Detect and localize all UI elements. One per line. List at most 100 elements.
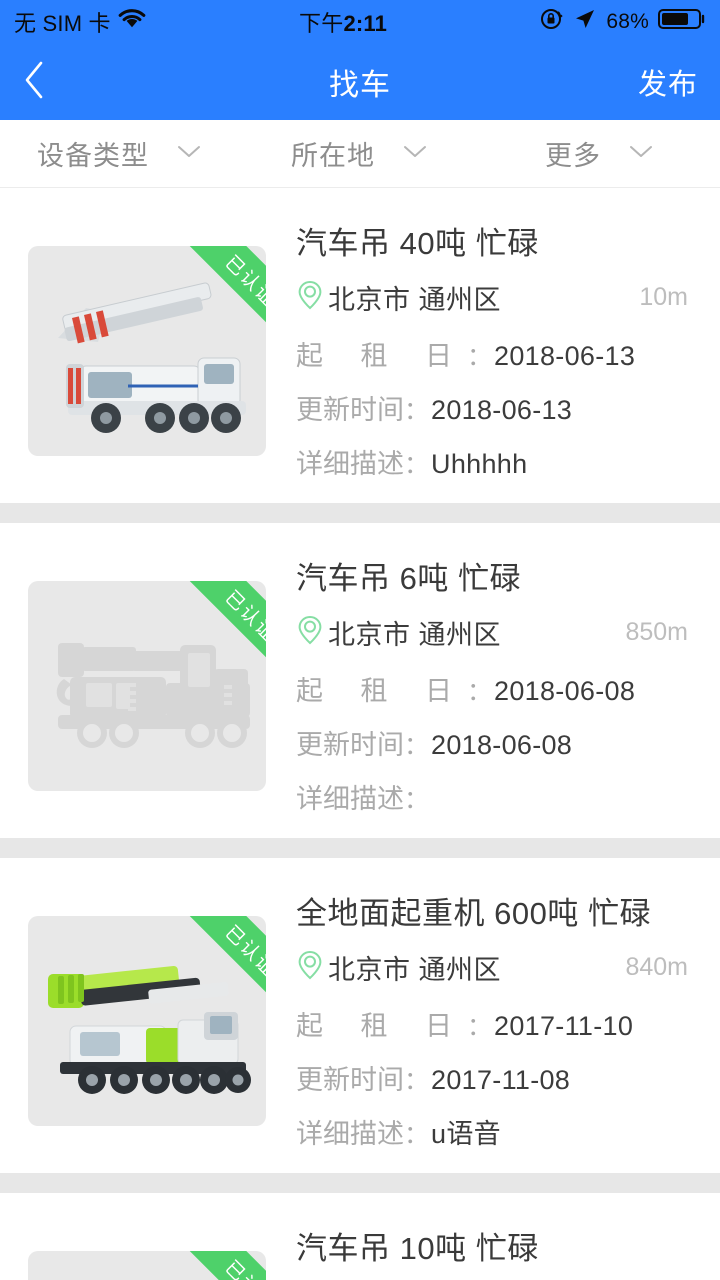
item-location: 北京市 通州区 — [328, 955, 502, 985]
item-description-row: 详细描述 ： u语音 — [296, 1112, 698, 1151]
update-time-label: 更新时间 — [296, 730, 404, 760]
item-info: 汽车吊 6吨 忙碌 北京市 通州区 850m 起 租 日 ： 2018-06-0… — [266, 549, 698, 816]
truck-crane-placeholder-icon — [56, 643, 250, 748]
list-item[interactable]: 已认证 全地面起重机 600吨 忙碌 北京市 通州区 840m 起 租 日 ： … — [0, 858, 720, 1173]
item-title: 汽车吊 10吨 忙碌 — [296, 1231, 539, 1266]
map-pin-icon — [296, 279, 324, 316]
filter-location-label: 所在地 — [291, 141, 375, 171]
list-divider — [0, 503, 720, 523]
item-location-row: 北京市 通州区 840m — [296, 948, 698, 987]
item-start-date-row: 起 租 日 ： 2018-06-08 — [296, 669, 698, 708]
battery-icon — [658, 7, 706, 37]
item-start-date: 2018-06-08 — [494, 676, 636, 706]
meta-separator: ： — [467, 343, 493, 371]
meta-separator: ： — [404, 1121, 430, 1149]
page-title: 找车 — [329, 69, 391, 102]
filter-equipment-type[interactable]: 设备类型 — [0, 120, 240, 187]
list-item[interactable]: 已认证 汽车吊 40吨 忙碌 北京市 通州区 10m 起 租 日 ： 2018-… — [0, 188, 720, 503]
filter-more[interactable]: 更多 — [480, 120, 720, 187]
item-title: 汽车吊 40吨 忙碌 — [296, 226, 539, 261]
map-pin-icon — [296, 614, 324, 651]
description-label: 详细描述 — [296, 449, 404, 479]
list-item[interactable]: 已认证 汽车吊 10吨 忙碌 北京市 通州区 — [0, 1193, 720, 1280]
item-description: Uhhhhh — [431, 449, 528, 479]
start-date-label: 起 租 日 — [296, 676, 468, 706]
item-start-date: 2018-06-13 — [494, 341, 636, 371]
item-distance: 850m — [625, 618, 688, 646]
item-location: 北京市 通州区 — [328, 620, 502, 650]
item-update-time: 2018-06-08 — [431, 730, 573, 760]
meta-separator: ： — [467, 678, 493, 706]
filter-bar: 设备类型 所在地 更多 — [0, 120, 720, 188]
filter-more-label: 更多 — [545, 141, 601, 171]
item-start-date-row: 起 租 日 ： 2017-11-10 — [296, 1004, 698, 1043]
carrier-label: 无 SIM 卡 — [14, 11, 111, 36]
item-update-time-row: 更新时间 ： 2017-11-08 — [296, 1058, 698, 1097]
nav-bar: 找车 发布 — [0, 44, 720, 120]
list-item[interactable]: 已认证 汽车吊 6吨 忙碌 北京市 通州区 850m 起 租 日 ： 2018-… — [0, 523, 720, 838]
item-description-row: 详细描述 ： Uhhhhh — [296, 442, 698, 481]
truck-crane-photo-icon — [28, 1251, 266, 1280]
chevron-down-icon — [627, 142, 655, 165]
item-description: u语音 — [431, 1119, 501, 1149]
filter-equipment-type-label: 设备类型 — [37, 141, 149, 171]
start-date-label: 起 租 日 — [296, 1011, 468, 1041]
description-label: 详细描述 — [296, 1119, 404, 1149]
item-distance: 840m — [625, 953, 688, 981]
publish-button[interactable]: 发布 — [638, 61, 698, 103]
item-thumbnail[interactable]: 已认证 — [28, 916, 266, 1126]
wifi-icon — [118, 8, 146, 36]
meta-separator: ： — [404, 451, 430, 479]
item-info: 汽车吊 40吨 忙碌 北京市 通州区 10m 起 租 日 ： 2018-06-1… — [266, 214, 698, 481]
status-bar: 无 SIM 卡 下午2:11 68% — [0, 0, 720, 44]
location-arrow-icon — [573, 7, 597, 37]
meta-separator: ： — [404, 397, 430, 425]
rotation-lock-icon — [540, 7, 564, 37]
chevron-down-icon — [401, 142, 429, 165]
item-title: 全地面起重机 600吨 忙碌 — [296, 896, 651, 931]
item-location-row: 北京市 通州区 10m — [296, 278, 698, 317]
meta-separator: ： — [404, 786, 430, 814]
description-label: 详细描述 — [296, 784, 404, 814]
filter-location[interactable]: 所在地 — [240, 120, 480, 187]
list-divider — [0, 1173, 720, 1193]
equipment-list: 已认证 汽车吊 40吨 忙碌 北京市 通州区 10m 起 租 日 ： 2018-… — [0, 188, 720, 1280]
clock-prefix: 下午 — [299, 11, 344, 36]
item-distance: 10m — [639, 283, 688, 311]
item-info: 全地面起重机 600吨 忙碌 北京市 通州区 840m 起 租 日 ： 2017… — [266, 884, 698, 1151]
status-bar-left: 无 SIM 卡 — [14, 6, 146, 38]
item-title: 汽车吊 6吨 忙碌 — [296, 561, 521, 596]
item-info: 汽车吊 10吨 忙碌 北京市 通州区 — [266, 1219, 698, 1280]
map-pin-icon — [296, 949, 324, 986]
item-update-time: 2017-11-08 — [431, 1065, 571, 1095]
meta-separator: ： — [467, 1013, 493, 1041]
item-thumbnail[interactable]: 已认证 — [28, 246, 266, 456]
item-update-time: 2018-06-13 — [431, 395, 573, 425]
app-screen: 无 SIM 卡 下午2:11 68% 找车 发布 设备类型 所在地 更多 已认证… — [0, 0, 720, 1280]
status-bar-center: 下午2:11 — [146, 6, 541, 38]
update-time-label: 更新时间 — [296, 395, 404, 425]
item-update-time-row: 更新时间 ： 2018-06-08 — [296, 723, 698, 762]
item-location-row: 北京市 通州区 850m — [296, 613, 698, 652]
clock-time: 2:11 — [343, 11, 388, 36]
truck-crane-photo-icon — [58, 282, 246, 433]
item-start-date: 2017-11-10 — [494, 1011, 634, 1041]
item-thumbnail[interactable]: 已认证 — [28, 581, 266, 791]
chevron-down-icon — [175, 142, 203, 165]
status-bar-clock: 下午2:11 — [299, 6, 387, 38]
start-date-label: 起 租 日 — [296, 341, 468, 371]
item-description-row: 详细描述 ： — [296, 777, 698, 816]
item-thumbnail[interactable]: 已认证 — [28, 1251, 266, 1280]
chevron-left-icon — [22, 59, 48, 106]
item-start-date-row: 起 租 日 ： 2018-06-13 — [296, 334, 698, 373]
battery-percent-label: 68% — [606, 10, 649, 33]
update-time-label: 更新时间 — [296, 1065, 404, 1095]
back-button[interactable] — [22, 57, 66, 107]
item-update-time-row: 更新时间 ： 2018-06-13 — [296, 388, 698, 427]
all-terrain-crane-photo-icon — [48, 965, 251, 1094]
status-bar-right: 68% — [540, 7, 706, 37]
list-divider — [0, 838, 720, 858]
meta-separator: ： — [404, 732, 430, 760]
meta-separator: ： — [404, 1067, 430, 1095]
item-location: 北京市 通州区 — [328, 285, 502, 315]
